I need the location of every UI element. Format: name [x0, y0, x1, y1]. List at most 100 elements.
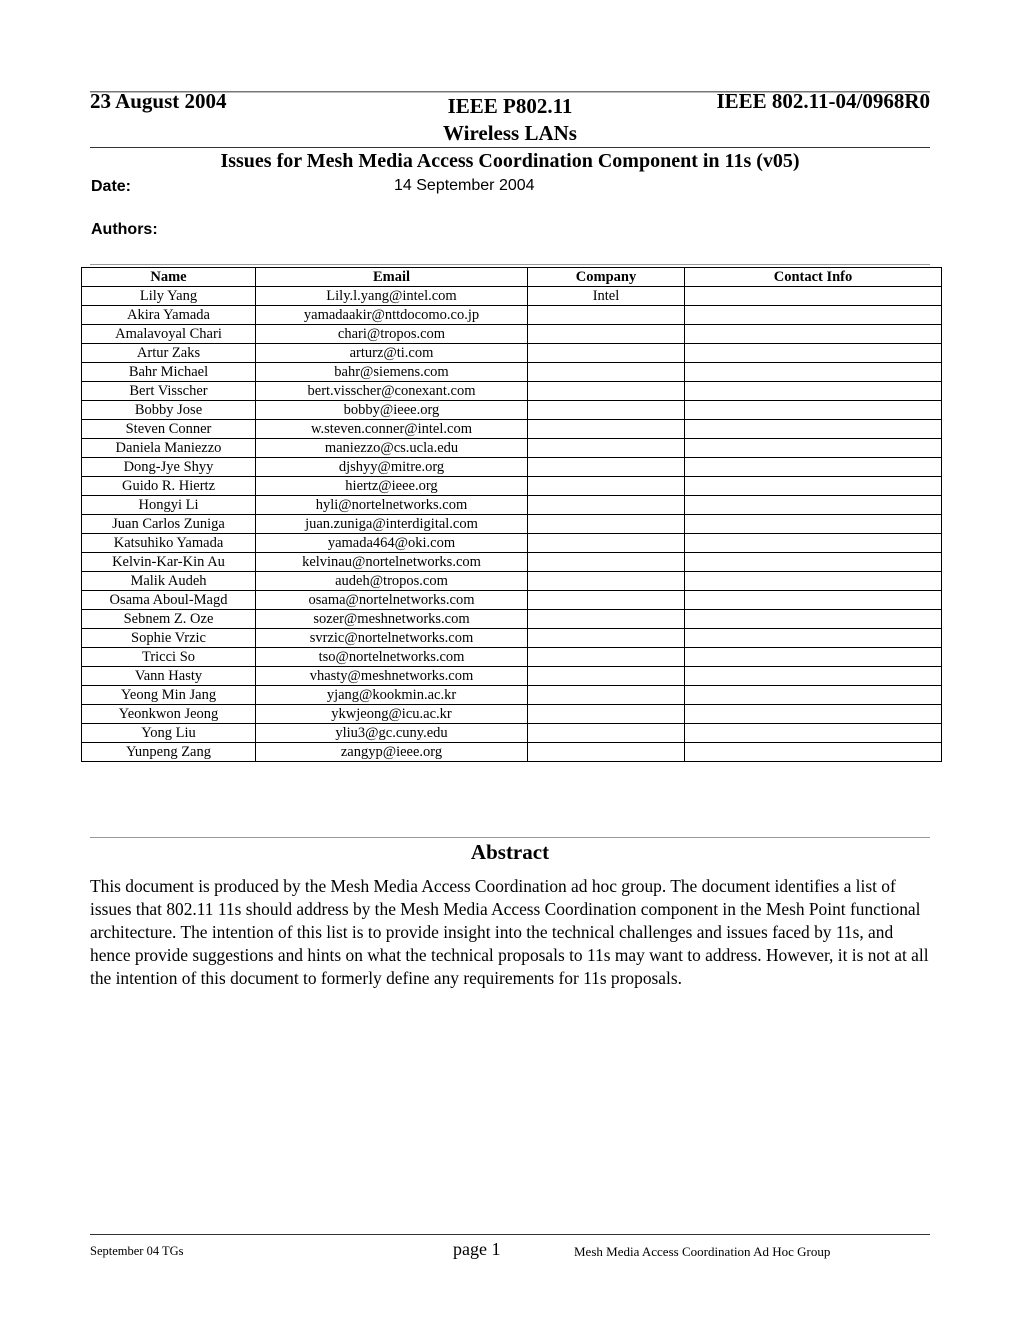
author-name-cell: Kelvin-Kar-Kin Au [81, 552, 256, 572]
author-name-cell: Daniela Maniezzo [81, 438, 256, 458]
table-header-row: Name Email Company Contact Info [81, 267, 942, 287]
author-name-cell: Sophie Vrzic [81, 628, 256, 648]
author-name-cell: Osama Aboul-Magd [81, 590, 256, 610]
column-header-company: Company [527, 267, 685, 287]
table-row: Katsuhiko Yamada yamada464@oki.com [81, 533, 942, 553]
author-company-cell [527, 609, 685, 629]
author-name-cell: Steven Conner [81, 419, 256, 439]
author-name-cell: Dong-Jye Shyy [81, 457, 256, 477]
authors-top-rule [90, 264, 930, 265]
author-email-cell: audeh@tropos.com [255, 571, 528, 591]
author-email-cell: Lily.l.yang@intel.com [255, 286, 528, 306]
author-contact-cell [684, 742, 942, 762]
author-contact-cell [684, 590, 942, 610]
author-email-cell: hyli@nortelnetworks.com [255, 495, 528, 515]
table-row: Bobby Jose bobby@ieee.org [81, 400, 942, 420]
footer-rule [90, 1234, 930, 1235]
author-contact-cell [684, 438, 942, 458]
author-email-cell: arturz@ti.com [255, 343, 528, 363]
author-company-cell [527, 305, 685, 325]
author-name-cell: Lily Yang [81, 286, 256, 306]
author-name-cell: Guido R. Hiertz [81, 476, 256, 496]
author-contact-cell [684, 628, 942, 648]
author-contact-cell [684, 362, 942, 382]
author-name-cell: Yeonkwon Jeong [81, 704, 256, 724]
table-row: Yunpeng Zang zangyp@ieee.org [81, 742, 942, 762]
author-email-cell: w.steven.conner@intel.com [255, 419, 528, 439]
author-contact-cell [684, 400, 942, 420]
table-row: Juan Carlos Zuniga juan.zuniga@interdigit… [81, 514, 942, 534]
author-contact-cell [684, 495, 942, 515]
author-company-cell [527, 666, 685, 686]
table-row: Osama Aboul-Magd osama@nortelnetworks.com [81, 590, 942, 610]
table-row: Sophie Vrzic svrzic@nortelnetworks.com [81, 628, 942, 648]
author-company-cell [527, 495, 685, 515]
author-company-cell [527, 400, 685, 420]
author-email-cell: bert.visscher@conexant.com [255, 381, 528, 401]
abstract-heading: Abstract [470, 840, 550, 864]
author-contact-cell [684, 685, 942, 705]
author-email-cell: yamadaakir@nttdocomo.co.jp [255, 305, 528, 325]
author-email-cell: juan.zuniga@interdigital.com [255, 514, 528, 534]
footer-page-number: page 1 [453, 1239, 501, 1259]
authors-table-body: Lily Yang Lily.l.yang@intel.com Intel Akira… [81, 286, 942, 762]
author-contact-cell [684, 343, 942, 363]
author-contact-cell [684, 457, 942, 477]
author-name-cell: Hongyi Li [81, 495, 256, 515]
author-name-cell: Sebnem Z. Oze [81, 609, 256, 629]
author-email-cell: bahr@siemens.com [255, 362, 528, 382]
author-email-cell: maniezzo@cs.ucla.edu [255, 438, 528, 458]
author-name-cell: Artur Zaks [81, 343, 256, 363]
header-rule-shadow [90, 92, 930, 93]
table-row: Dong-Jye Shyy djshyy@mitre.org [81, 457, 942, 477]
author-contact-cell [684, 419, 942, 439]
table-row: Guido R. Hiertz hiertz@ieee.org [81, 476, 942, 496]
author-company-cell [527, 571, 685, 591]
table-row: Kelvin-Kar-Kin Au kelvinau@nortelnetworks… [81, 552, 942, 572]
author-company-cell [527, 362, 685, 382]
author-name-cell: Juan Carlos Zuniga [81, 514, 256, 534]
date-value: 14 September 2004 [394, 177, 535, 194]
author-name-cell: Malik Audeh [81, 571, 256, 591]
author-name-cell: Akira Yamada [81, 305, 256, 325]
author-company-cell [527, 742, 685, 762]
date-label: Date: [91, 178, 132, 195]
author-contact-cell [684, 324, 942, 344]
column-header-email: Email [255, 267, 528, 287]
author-name-cell: Amalavoyal Chari [81, 324, 256, 344]
author-name-cell: Yeong Min Jang [81, 685, 256, 705]
column-header-contact-info: Contact Info [684, 267, 942, 287]
table-row: Daniela Maniezzo maniezzo@cs.ucla.edu [81, 438, 942, 458]
author-contact-cell [684, 514, 942, 534]
author-contact-cell [684, 305, 942, 325]
author-company-cell [527, 533, 685, 553]
table-row: Steven Conner w.steven.conner@intel.com [81, 419, 942, 439]
table-row: Yeong Min Jang yjang@kookmin.ac.kr [81, 685, 942, 705]
table-row: Yeonkwon Jeong ykwjeong@icu.ac.kr [81, 704, 942, 724]
author-company-cell [527, 419, 685, 439]
author-email-cell: yliu3@gc.cuny.edu [255, 723, 528, 743]
author-contact-cell [684, 723, 942, 743]
author-contact-cell [684, 704, 942, 724]
author-email-cell: sozer@meshnetworks.com [255, 609, 528, 629]
author-email-cell: tso@nortelnetworks.com [255, 647, 528, 667]
author-name-cell: Bahr Michael [81, 362, 256, 382]
standard-subtitle: Wireless LANs [443, 121, 577, 145]
author-company-cell [527, 723, 685, 743]
author-name-cell: Yunpeng Zang [81, 742, 256, 762]
author-name-cell: Bert Visscher [81, 381, 256, 401]
table-row: Malik Audeh audeh@tropos.com [81, 571, 942, 591]
column-header-name: Name [81, 267, 256, 287]
author-email-cell: djshyy@mitre.org [255, 457, 528, 477]
abstract-text: This document is produced by the Mesh Me… [90, 876, 929, 988]
author-company-cell [527, 514, 685, 534]
author-company-cell [527, 324, 685, 344]
author-company-cell [527, 552, 685, 572]
author-name-cell: Vann Hasty [81, 666, 256, 686]
footer-right: Mesh Media Access Coordination Ad Hoc Gr… [574, 1244, 831, 1259]
author-company-cell: Intel [527, 286, 685, 306]
standard-title: IEEE P802.11 [447, 94, 573, 118]
table-row: Akira Yamada yamadaakir@nttdocomo.co.jp [81, 305, 942, 325]
table-row: Amalavoyal Chari chari@tropos.com [81, 324, 942, 344]
author-email-cell: bobby@ieee.org [255, 400, 528, 420]
